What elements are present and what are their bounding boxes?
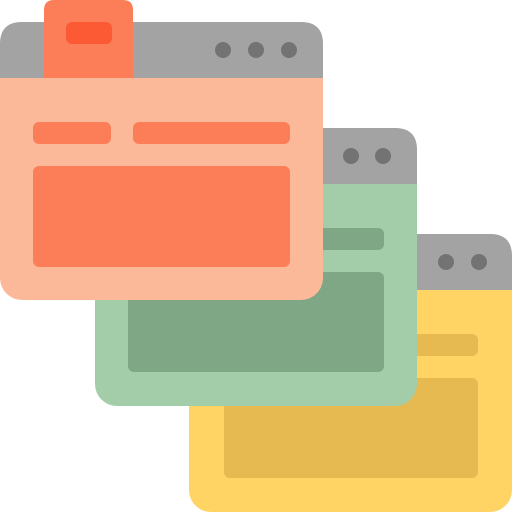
front-window-content-bar-right bbox=[133, 122, 290, 144]
front-window-dot-1 bbox=[215, 42, 231, 58]
middle-window-dot-2 bbox=[375, 148, 391, 164]
back-window-dot-2 bbox=[471, 254, 487, 270]
back-window-dot-1 bbox=[438, 254, 454, 270]
front-window-content-bar-left bbox=[33, 122, 111, 144]
front-window bbox=[0, 0, 323, 300]
stacked-windows-icon bbox=[0, 0, 512, 512]
front-window-content-panel bbox=[33, 166, 290, 267]
stacked-windows-illustration bbox=[0, 0, 512, 512]
front-window-dot-2 bbox=[248, 42, 264, 58]
front-window-tab-indicator bbox=[66, 22, 112, 44]
front-window-dot-3 bbox=[281, 42, 297, 58]
middle-window-dot-1 bbox=[343, 148, 359, 164]
